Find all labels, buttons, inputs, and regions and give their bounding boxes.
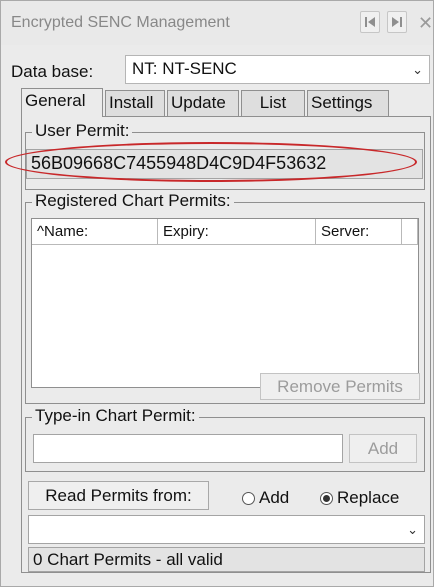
radio-replace-indicator [320,491,333,505]
close-icon[interactable]: ✕ [418,13,433,34]
column-header-server-label: Server: [321,223,370,240]
column-header-expiry[interactable]: Expiry: [158,219,316,245]
column-header-name-label: ^Name: [37,223,89,240]
registered-permits-legend: Registered Chart Permits: [32,191,234,211]
read-permits-label: Read Permits from: [45,485,192,505]
tab-settings-label: Settings [311,93,373,112]
senc-management-window: Encrypted SENC Management ✕ Data base: N… [0,0,434,587]
type-in-permit-legend: Type-in Chart Permit: [32,406,199,426]
status-text: 0 Chart Permits - all valid [33,550,223,569]
radio-replace[interactable]: Replace [320,488,399,508]
type-in-permit-input[interactable] [33,434,343,463]
window-title: Encrypted SENC Management [11,14,230,31]
tab-general[interactable]: General [21,88,103,117]
tab-list-label: List [259,93,287,112]
tab-install-label: Install [109,93,154,112]
status-bar: 0 Chart Permits - all valid [28,547,425,572]
radio-add-label: Add [259,488,290,507]
add-permit-label: Add [367,438,399,458]
read-permits-button[interactable]: Read Permits from: [28,481,209,510]
tab-general-label: General [25,91,86,110]
user-permit-legend: User Permit: [32,121,133,141]
read-source-select[interactable]: ⌄ [28,515,425,544]
chevron-down-icon: ⌄ [412,62,423,77]
column-header-name[interactable]: ^Name: [32,219,158,245]
source-chevron-down-icon: ⌄ [407,522,418,537]
database-label: Data base: [11,62,94,81]
radio-add[interactable]: Add [242,488,289,508]
skip-back-icon-glyph [365,17,375,27]
tab-update-label: Update [171,93,226,112]
tab-update[interactable]: Update [167,90,239,116]
skip-forward-icon-glyph [392,17,402,27]
tab-install[interactable]: Install [105,90,165,116]
database-value: NT: NT-SENC [132,59,237,78]
remove-permits-label: Remove Permits [277,376,403,396]
database-select[interactable]: NT: NT-SENC ⌄ [125,55,430,84]
column-header-filler [402,219,418,245]
remove-permits-button[interactable]: Remove Permits [260,373,420,400]
skip-forward-icon[interactable] [387,11,407,33]
registered-permits-table[interactable]: ^Name: Expiry: Server: [31,218,419,388]
radio-replace-label: Replace [337,488,400,507]
tab-list[interactable]: List [241,90,305,116]
add-permit-button[interactable]: Add [349,434,417,463]
column-header-server[interactable]: Server: [316,219,402,245]
title-bar: Encrypted SENC Management ✕ [1,1,433,45]
tab-settings[interactable]: Settings [307,90,389,116]
user-permit-field[interactable]: 56B09668C7455948D4C9D4F53632 [26,149,423,179]
skip-back-icon[interactable] [360,11,380,33]
radio-add-indicator [242,491,255,505]
user-permit-value: 56B09668C7455948D4C9D4F53632 [31,153,327,173]
column-header-expiry-label: Expiry: [163,223,209,240]
